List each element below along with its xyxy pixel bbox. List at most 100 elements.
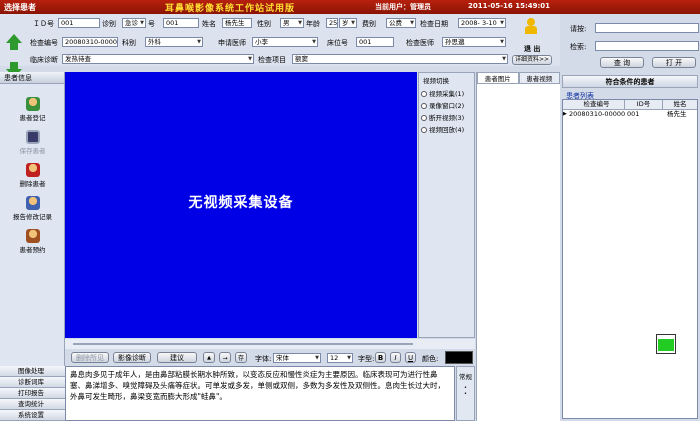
dot-icon: • (464, 391, 467, 397)
sex-label: 性别 (257, 20, 271, 28)
phone-input[interactable] (595, 23, 699, 33)
row-id: 001 (627, 110, 640, 118)
green-status-icon (658, 339, 674, 351)
radio-capture[interactable]: 视频采集(1) (419, 87, 474, 99)
nav-system-settings[interactable]: 系统设置 (0, 410, 65, 421)
patient-appointment[interactable]: 患者预约 (0, 229, 65, 254)
current-user: 当前用户：管理员 (375, 3, 431, 11)
id-label: ＩＤ号 (33, 20, 54, 28)
underline-button[interactable]: U (405, 352, 416, 363)
radio-record[interactable]: 录像窗口(2) (419, 99, 474, 111)
radio-disconnect[interactable]: 断开视频(3) (419, 111, 474, 123)
item-label: 检查项目 (258, 56, 286, 64)
col-exam-no[interactable]: 检查编号 (569, 100, 625, 109)
common-phrases-tab[interactable]: 常规 • • (456, 366, 475, 421)
nav-print-report[interactable]: 打印报告 (0, 388, 65, 399)
exam-no-label: 检查编号 (30, 39, 58, 47)
video-switch-panel: 视频切换 视频采集(1) 录像窗口(2) 断开视频(3) 视频回放(4) (418, 72, 475, 338)
report-history[interactable]: 报告修改记录 (0, 196, 65, 221)
select-patient-label[interactable]: 选择患者 (4, 2, 36, 13)
fee-select[interactable]: 公费 (386, 18, 416, 28)
video-display[interactable]: 无视频采集设备 (65, 72, 417, 338)
table-row[interactable]: ▶ 20080310-000001 001 杨先生 (563, 110, 697, 119)
delete-findings-button[interactable]: 删除所见 (71, 352, 109, 363)
nav-header: 患者信息 (0, 72, 64, 84)
tab-patient-images[interactable]: 患者图片 (477, 72, 519, 84)
table-header: 检查编号 ID号 姓名 (563, 100, 697, 110)
radio-icon (421, 127, 427, 133)
col-id[interactable]: ID号 (625, 100, 663, 109)
age-unit-select[interactable]: 岁 (339, 18, 357, 28)
right-arrow-button[interactable]: → (219, 352, 231, 363)
nav-diagnosis-library[interactable]: 诊断词库 (0, 377, 65, 388)
check-label: 检索: (570, 43, 587, 51)
color-picker[interactable] (445, 351, 473, 364)
detail-button[interactable]: 详细资料>> (512, 55, 552, 65)
common-phrases-label: 常规 (459, 373, 472, 381)
font-label: 字体: (255, 355, 272, 363)
suggestion-button[interactable]: 建议 (157, 352, 197, 363)
media-tabs: 患者图片 患者视频 (477, 72, 560, 84)
name-input[interactable]: 杨先生 (222, 18, 252, 28)
save-text-button[interactable]: 存 (235, 352, 247, 363)
sex-select[interactable]: 男 (280, 18, 304, 28)
id-input[interactable]: 001 (58, 18, 100, 28)
delete-patient[interactable]: 删除患者 (0, 163, 65, 188)
dept-select[interactable]: 外科 (145, 37, 203, 47)
clinical-label: 临床诊断 (30, 56, 58, 64)
radio-icon (421, 91, 427, 97)
clinical-select[interactable]: 发热待查 (62, 54, 254, 64)
next-arrow-stem[interactable] (10, 62, 18, 69)
nav-image-processing[interactable]: 图像处理 (0, 366, 65, 377)
bottom-nav: 图像处理 诊断词库 打印报告 查询统计 系统设置 (0, 366, 65, 421)
exit-button[interactable]: 退 出 (524, 44, 540, 54)
register-patient[interactable]: 患者登记 (0, 97, 65, 122)
date-label: 检查日期 (420, 20, 448, 28)
up-arrow-button[interactable]: ▲ (203, 352, 215, 363)
style-label: 字型: (358, 355, 375, 363)
font-size-select[interactable]: 12 (327, 353, 353, 363)
tab-patient-videos[interactable]: 患者视频 (518, 72, 560, 84)
font-select[interactable]: 宋体 (273, 353, 321, 363)
row-exam-no: 20080310-000001 (569, 110, 625, 118)
exam-no-input[interactable]: 20080310-000001 (62, 37, 118, 47)
exit-area: 退 出 详细资料>> (512, 14, 552, 66)
no-label: 号 (148, 20, 155, 28)
media-panel: 患者图片 患者视频 (476, 72, 560, 421)
appointment-icon (25, 229, 40, 243)
save-patient[interactable]: 保存患者 (0, 130, 65, 155)
col-name[interactable]: 姓名 (663, 100, 697, 109)
exit-person-icon[interactable] (524, 18, 538, 34)
checker-select[interactable]: 孙思邈 (442, 37, 506, 47)
patient-form: ＩＤ号 001 诊别 急诊 号 001 姓名 杨先生 性别 男 年龄 25 岁 … (0, 14, 560, 78)
report-textarea[interactable]: 鼻息肉多见于成年人，是由鼻部粘膜长期水肿所致，以变态反应和慢性炎症为主要原因。临… (65, 366, 455, 421)
app-title: 耳鼻喉影像系统工作站试用版 (165, 4, 296, 14)
slider-track (73, 343, 413, 345)
visit-select[interactable]: 急诊 (122, 18, 146, 28)
doctor-select[interactable]: 小李 (252, 37, 318, 47)
report-toolbar: 删除所见 影像诊断 建议 ▲ → 存 字体: 宋体 12 字型: B I U 颜… (65, 350, 475, 366)
video-slider[interactable] (65, 339, 475, 349)
italic-button[interactable]: I (390, 352, 401, 363)
radio-playback[interactable]: 视频回放(4) (419, 123, 474, 135)
name-label: 姓名 (202, 20, 216, 28)
age-input[interactable]: 25 (326, 18, 338, 28)
fee-label: 费别 (362, 20, 376, 28)
date-picker[interactable]: 2008- 3-10 (458, 18, 506, 28)
item-select[interactable]: 额窦 (292, 54, 508, 64)
patient-table: 检查编号 ID号 姓名 ▶ 20080310-000001 001 杨先生 (562, 99, 698, 419)
bed-input[interactable]: 001 (356, 37, 394, 47)
no-video-message: 无视频采集设备 (188, 195, 294, 211)
open-button[interactable]: 打 开 (652, 57, 696, 68)
query-button[interactable]: 查 询 (600, 57, 644, 68)
bold-button[interactable]: B (375, 352, 386, 363)
prev-arrow-stem[interactable] (10, 43, 18, 50)
no-input[interactable]: 001 (163, 18, 199, 28)
dept-label: 科别 (122, 39, 136, 47)
prev-arrow-icon[interactable] (6, 34, 22, 43)
search-input[interactable] (595, 41, 699, 51)
age-label: 年龄 (306, 20, 320, 28)
register-icon (25, 97, 40, 111)
nav-query-stats[interactable]: 查询统计 (0, 399, 65, 410)
image-diagnosis-button[interactable]: 影像诊断 (113, 352, 151, 363)
